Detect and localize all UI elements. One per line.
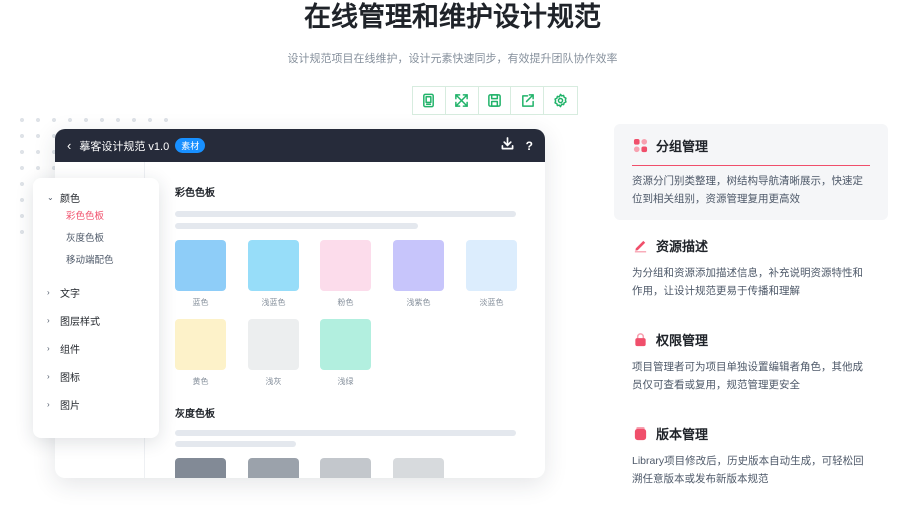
feature-toolbar (412, 86, 578, 115)
feature-header: 资源描述 (632, 238, 870, 258)
chevron-down-icon: ⌄ (47, 192, 54, 202)
placeholder-line (175, 211, 516, 217)
feature-title: 版本管理 (656, 426, 709, 442)
feature-version-management[interactable]: 版本管理 Library项目修改后，历史版本自动生成，可轻松回溯任意版本或发布新… (614, 414, 888, 500)
page-title: 在线管理和维护设计规范 (304, 2, 601, 32)
expand-icon (455, 94, 469, 107)
gray-swatch[interactable] (248, 458, 299, 478)
settings-icon (554, 93, 567, 108)
gray-swatch[interactable] (320, 458, 371, 478)
group-icon (632, 138, 648, 154)
back-icon[interactable]: ‹ (67, 138, 71, 153)
tree-group-label: 图片 (60, 400, 80, 412)
color-swatch[interactable] (175, 319, 226, 370)
color-swatch[interactable] (466, 240, 517, 291)
tree-group-icons[interactable]: › 图标 (33, 362, 159, 390)
swatch-label: 浅灰 (265, 377, 282, 386)
chevron-right-icon: › (47, 287, 50, 297)
feature-resource-description[interactable]: 资源描述 为分组和资源添加描述信息，补充说明资源特性和作用，让设计规范更易于传播… (614, 226, 888, 312)
swatch-label: 黄色 (192, 377, 209, 386)
feature-description: 项目管理者可为项目单独设置编辑者角色，其他成员仅可查看或复用，规范管理更安全 (632, 361, 863, 391)
tree-item-color-palette[interactable]: 彩色色板 (33, 206, 159, 228)
section-title-color: 彩色色板 (175, 188, 215, 199)
feature-header: 权限管理 (632, 332, 870, 352)
color-swatch[interactable] (393, 240, 444, 291)
feature-title: 分组管理 (656, 139, 709, 154)
feature-permission-management[interactable]: 权限管理 项目管理者可为项目单独设置编辑者角色，其他成员仅可查看或复用，规范管理… (614, 320, 888, 406)
feature-title: 资源描述 (656, 238, 709, 254)
feature-header: 分组管理 (632, 136, 870, 166)
feature-description: 资源分门别类整理，树结构导航清晰展示，快速定位到相关组别，资源管理复用更高效 (632, 175, 863, 205)
tree-group-layer-style[interactable]: › 图层样式 (33, 306, 159, 334)
help-icon[interactable]: ? (526, 139, 533, 153)
swatch-label: 蓝色 (192, 298, 209, 307)
toolbar-expand-button[interactable] (446, 87, 479, 114)
tree-group-color[interactable]: ⌄ 颜色 (33, 188, 159, 206)
chevron-right-icon: › (47, 343, 50, 353)
color-swatch[interactable] (248, 319, 299, 370)
swatch-label: 淡蓝色 (479, 298, 504, 307)
feature-description: Library项目修改后，历史版本自动生成，可轻松回溯任意版本或发布新版本规范 (632, 455, 864, 485)
tree-group-label: 颜色 (60, 193, 80, 205)
toolbar-page-button[interactable] (413, 87, 446, 114)
toolbar-settings-button[interactable] (544, 87, 577, 114)
app-title: 摹客设计规范 v1.0 (79, 140, 170, 153)
category-tree-panel: ⌄ 颜色 彩色色板 灰度色板 移动端配色 › 文字 › 图层样式 › 组件 › … (33, 178, 159, 438)
save-icon (488, 94, 501, 107)
page-subtitle: 设计规范项目在线维护，设计元素快速同步，有效提升团队协作效率 (287, 53, 618, 65)
tree-group-label: 文字 (60, 288, 80, 300)
feature-header: 版本管理 (632, 426, 870, 446)
section-title-gray: 灰度色板 (175, 409, 215, 420)
swatch-label: 浅绿 (337, 377, 354, 386)
placeholder-line (175, 441, 296, 447)
download-button[interactable] (501, 136, 514, 155)
material-badge[interactable]: 素材 (175, 138, 206, 153)
tree-group-components[interactable]: › 组件 (33, 334, 159, 362)
color-swatch[interactable] (320, 319, 371, 370)
share-icon (521, 94, 534, 107)
tree-group-text[interactable]: › 文字 (33, 278, 159, 306)
chevron-right-icon: › (47, 315, 50, 325)
page-icon (423, 93, 435, 108)
tree-group-images[interactable]: › 图片 (33, 390, 159, 418)
header-actions: ? (501, 136, 533, 155)
app-header: ‹ 摹客设计规范 v1.0 素材 ? (55, 129, 545, 162)
color-swatch[interactable] (248, 240, 299, 291)
feature-list: 分组管理 资源分门别类整理，树结构导航清晰展示，快速定位到相关组别，资源管理复用… (614, 124, 888, 500)
chevron-right-icon: › (47, 399, 50, 409)
color-swatch[interactable] (320, 240, 371, 291)
tree-group-label: 组件 (60, 344, 80, 356)
tree-group-label: 图标 (60, 372, 80, 384)
tree-item-mobile-colors[interactable]: 移动端配色 (33, 250, 159, 272)
chevron-right-icon: › (47, 371, 50, 381)
swatch-label: 浅紫色 (406, 298, 431, 307)
gray-swatch[interactable] (393, 458, 444, 478)
app-main-content: 彩色色板 蓝色 浅蓝色 粉色 浅紫色 淡蓝色 黄色 浅灰 浅绿 灰度色板 (161, 162, 531, 478)
tree-item-gray-palette[interactable]: 灰度色板 (33, 228, 159, 250)
toolbar-share-button[interactable] (511, 87, 545, 114)
pencil-icon (632, 237, 648, 253)
swatch-label: 粉色 (337, 298, 354, 307)
toolbar-save-button[interactable] (479, 87, 512, 114)
color-swatch[interactable] (175, 240, 226, 291)
placeholder-line (175, 430, 516, 436)
gray-swatch[interactable] (175, 458, 226, 478)
download-icon (501, 136, 514, 149)
version-icon (632, 425, 648, 441)
feature-group-management[interactable]: 分组管理 资源分门别类整理，树结构导航清晰展示，快速定位到相关组别，资源管理复用… (614, 124, 888, 220)
lock-icon (632, 331, 648, 347)
tree-group-label: 图层样式 (60, 316, 100, 328)
feature-description: 为分组和资源添加描述信息，补充说明资源特性和作用，让设计规范更易于传播和理解 (632, 267, 863, 297)
swatch-label: 浅蓝色 (261, 298, 286, 307)
placeholder-line (175, 223, 418, 229)
feature-title: 权限管理 (656, 332, 709, 348)
